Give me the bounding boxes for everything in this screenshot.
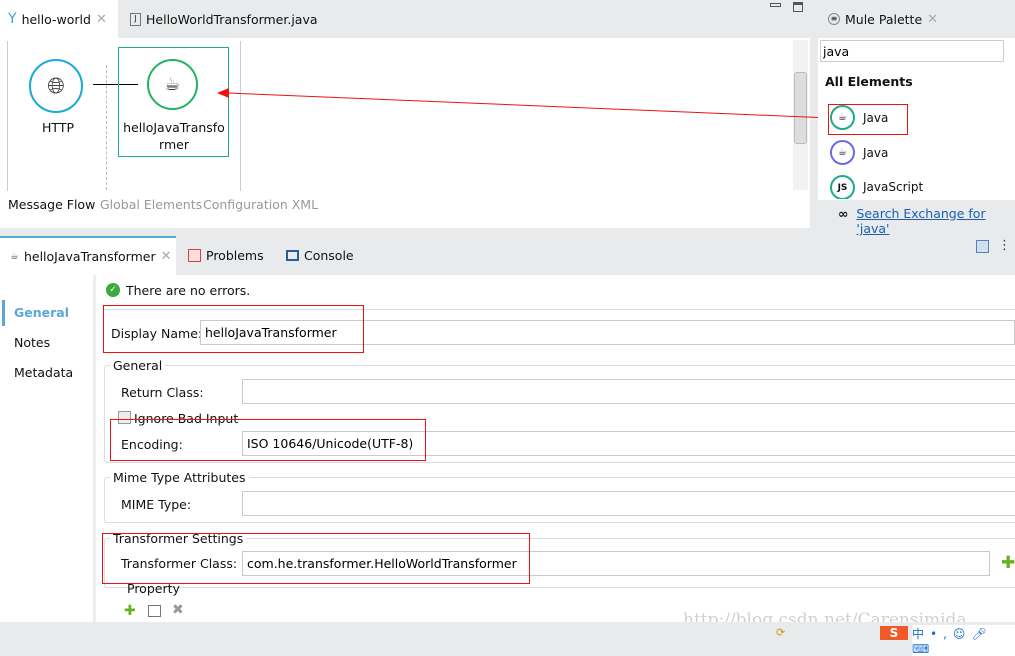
- side-nav-active-bar: [2, 300, 5, 326]
- side-nav-metadata[interactable]: Metadata: [14, 365, 73, 380]
- exchange-link[interactable]: ∞ Search Exchange for 'java': [838, 206, 1015, 236]
- mime-type-input[interactable]: [242, 491, 1015, 516]
- check-icon: ✓: [106, 283, 120, 297]
- tab-mule-palette[interactable]: ≡ Mule Palette ✕: [818, 0, 940, 38]
- delete-property-icon[interactable]: ✖: [172, 602, 184, 618]
- sync-icon[interactable]: ⟳: [776, 626, 785, 639]
- javascript-icon: JS: [830, 175, 855, 199]
- mime-type-label: MIME Type:: [121, 497, 192, 512]
- console-icon: [286, 250, 299, 261]
- general-group-title: General: [110, 358, 166, 373]
- return-class-input[interactable]: [242, 379, 1015, 404]
- edit-property-icon[interactable]: [148, 605, 161, 617]
- highlight-display-name: [103, 305, 364, 353]
- add-icon[interactable]: ✚: [1001, 553, 1015, 573]
- add-property-icon[interactable]: ✚: [124, 603, 136, 619]
- section-all-elements: All Elements: [825, 74, 913, 89]
- palette-item-javascript[interactable]: JS JavaScript: [830, 175, 923, 199]
- property-label: Property: [127, 581, 180, 596]
- save-icon[interactable]: [976, 240, 989, 253]
- status-message: There are no errors.: [126, 283, 251, 298]
- close-icon[interactable]: ✕: [161, 249, 172, 264]
- java-icon: ☕︎: [830, 140, 855, 165]
- ime-sogou-icon[interactable]: S: [880, 626, 908, 640]
- tab-hellojavatransformer[interactable]: ☕︎ helloJavaTransformer ✕: [0, 236, 176, 275]
- highlight-java-item: [828, 104, 908, 135]
- exchange-icon: ∞: [838, 206, 849, 221]
- problems-icon: [188, 249, 201, 262]
- ime-toolbar-icons[interactable]: 中•,☺🎤︎⌨︎: [912, 625, 1015, 656]
- tab-console[interactable]: Console: [286, 236, 354, 275]
- mime-group-title: Mime Type Attributes: [110, 470, 249, 485]
- side-nav-general[interactable]: General: [14, 305, 69, 320]
- status-bar: [0, 622, 1015, 640]
- return-class-label: Return Class:: [121, 385, 204, 400]
- highlight-transformer-class: [102, 533, 530, 584]
- tree-icon[interactable]: ⋮: [998, 238, 1011, 253]
- close-icon[interactable]: ✕: [927, 12, 938, 27]
- side-nav-notes[interactable]: Notes: [14, 335, 50, 350]
- palette-search-input[interactable]: [820, 40, 1004, 62]
- highlight-encoding: [110, 419, 426, 461]
- palette-icon: ≡: [828, 13, 840, 25]
- side-nav-divider: [93, 275, 96, 622]
- palette-item-java-2[interactable]: ☕︎ Java: [830, 140, 888, 165]
- tab-problems[interactable]: Problems: [188, 236, 264, 275]
- java-cup-icon: ☕︎: [10, 251, 19, 262]
